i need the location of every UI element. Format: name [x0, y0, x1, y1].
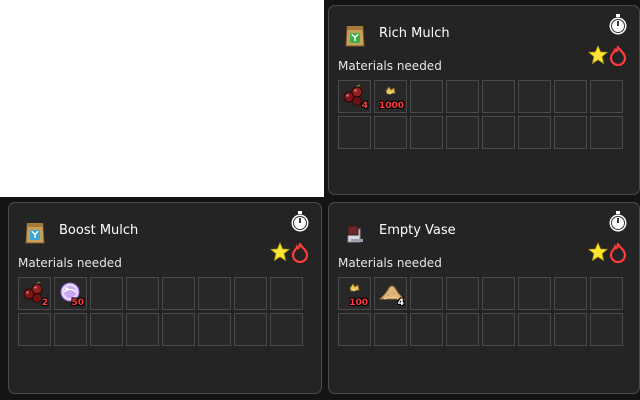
material-quantity: 50 — [71, 298, 84, 308]
empty-slot[interactable] — [270, 313, 303, 346]
empty-slot[interactable] — [410, 277, 443, 310]
materials-grid: 2 50 — [18, 277, 303, 346]
material-slot[interactable]: 1000 — [374, 80, 407, 113]
empty-slot[interactable] — [234, 277, 267, 310]
material-slot[interactable]: 4 — [374, 277, 407, 310]
empty-slot[interactable] — [446, 313, 479, 346]
empty-slot[interactable] — [374, 116, 407, 149]
empty-slot[interactable] — [518, 116, 551, 149]
timer-icon[interactable] — [290, 211, 310, 233]
empty-slot[interactable] — [590, 80, 623, 113]
recipe-title: Empty Vase — [379, 223, 456, 238]
material-quantity: 100 — [349, 298, 368, 308]
materials-grid: 4 1000 — [338, 80, 623, 149]
empty-slot[interactable] — [482, 116, 515, 149]
empty-slot[interactable] — [590, 313, 623, 346]
empty-slot[interactable] — [374, 313, 407, 346]
material-quantity: 2 — [41, 298, 48, 308]
empty-slot[interactable] — [410, 313, 443, 346]
blue-seed-pouch-icon — [25, 223, 45, 244]
empty-slot[interactable] — [90, 277, 123, 310]
recipe-title: Rich Mulch — [379, 26, 450, 41]
recipe-card-empty-vase[interactable]: Empty Vase Materials needed 100 4 — [328, 202, 640, 394]
empty-slot[interactable] — [410, 80, 443, 113]
empty-slot[interactable] — [554, 313, 587, 346]
empty-slot[interactable] — [198, 313, 231, 346]
materials-needed-label: Materials needed — [338, 256, 442, 270]
empty-slot[interactable] — [446, 80, 479, 113]
empty-slot[interactable] — [446, 116, 479, 149]
empty-slot[interactable] — [162, 277, 195, 310]
empty-slot[interactable] — [198, 277, 231, 310]
empty-slot[interactable] — [126, 277, 159, 310]
empty-slot[interactable] — [590, 116, 623, 149]
empty-slot[interactable] — [518, 277, 551, 310]
empty-slot[interactable] — [482, 80, 515, 113]
empty-slot[interactable] — [270, 277, 303, 310]
recipe-card-boost-mulch[interactable]: Boost Mulch Materials needed 2 50 — [8, 202, 322, 394]
empty-slot[interactable] — [482, 277, 515, 310]
fire-icon[interactable] — [609, 46, 627, 66]
material-slot[interactable]: 4 — [338, 80, 371, 113]
empty-slot[interactable] — [338, 116, 371, 149]
vase-icon — [347, 225, 363, 243]
empty-slot[interactable] — [234, 313, 267, 346]
empty-slot[interactable] — [446, 277, 479, 310]
star-icon[interactable] — [588, 242, 608, 262]
empty-slot[interactable] — [410, 116, 443, 149]
material-slot[interactable]: 100 — [338, 277, 371, 310]
material-slot[interactable]: 50 — [54, 277, 87, 310]
empty-slot[interactable] — [590, 277, 623, 310]
materials-needed-label: Materials needed — [18, 256, 122, 270]
material-slot[interactable]: 2 — [18, 277, 51, 310]
recipe-title: Boost Mulch — [59, 223, 139, 238]
star-icon[interactable] — [270, 242, 290, 262]
star-icon[interactable] — [588, 45, 608, 65]
material-quantity: 4 — [397, 298, 404, 308]
fire-icon[interactable] — [291, 243, 309, 263]
material-quantity: 1000 — [378, 101, 404, 111]
materials-grid: 100 4 — [338, 277, 623, 346]
material-quantity: 4 — [361, 101, 368, 111]
materials-needed-label: Materials needed — [338, 59, 442, 73]
empty-slot[interactable] — [18, 313, 51, 346]
fire-icon[interactable] — [609, 243, 627, 263]
blank-area — [0, 0, 324, 197]
empty-slot[interactable] — [126, 313, 159, 346]
empty-slot[interactable] — [518, 80, 551, 113]
empty-slot[interactable] — [338, 313, 371, 346]
recipe-card-rich-mulch[interactable]: Rich Mulch Materials needed 4 1000 — [328, 5, 640, 195]
timer-icon[interactable] — [608, 14, 628, 36]
empty-slot[interactable] — [482, 313, 515, 346]
empty-slot[interactable] — [518, 313, 551, 346]
empty-slot[interactable] — [554, 116, 587, 149]
timer-icon[interactable] — [608, 211, 628, 233]
empty-slot[interactable] — [54, 313, 87, 346]
empty-slot[interactable] — [554, 80, 587, 113]
empty-slot[interactable] — [162, 313, 195, 346]
empty-slot[interactable] — [90, 313, 123, 346]
green-seed-pouch-icon — [345, 26, 365, 47]
empty-slot[interactable] — [554, 277, 587, 310]
